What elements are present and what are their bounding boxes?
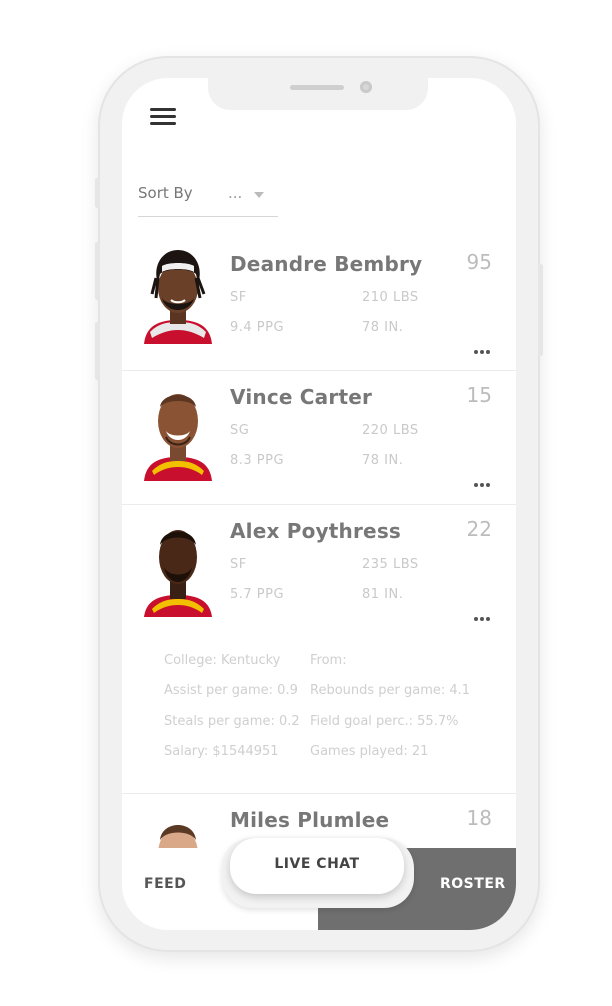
- player-weight: 235 LBS: [362, 557, 419, 572]
- player-ppg: 5.7 PPG: [230, 587, 285, 602]
- live-chat-label: LIVE CHAT: [274, 856, 360, 872]
- sort-dropdown[interactable]: Sort By ...: [138, 182, 278, 217]
- player-number: 15: [466, 383, 492, 407]
- tab-feed[interactable]: FEED: [144, 876, 186, 892]
- speaker: [290, 85, 344, 90]
- tab-roster[interactable]: ROSTER: [440, 876, 506, 892]
- player-position: SF: [230, 290, 247, 305]
- more-options-icon[interactable]: [474, 483, 492, 487]
- notch: [208, 78, 428, 110]
- roster-list: Deandre Bembry 95 SF 210 LBS 9.4 PPG 78 …: [122, 238, 516, 881]
- detail-assists: Assist per game: 0.9: [164, 683, 298, 698]
- player-photo: [144, 250, 212, 344]
- power-button: [538, 264, 543, 356]
- live-chat-cradle: LIVE CHAT: [222, 838, 414, 908]
- sort-label: Sort By: [138, 184, 193, 202]
- player-name: Deandre Bembry: [230, 252, 423, 276]
- player-row[interactable]: Vince Carter 15 SG 220 LBS 8.3 PPG 78 IN…: [122, 371, 516, 505]
- player-number: 18: [466, 806, 492, 830]
- silent-switch: [95, 178, 100, 208]
- player-height: 78 IN.: [362, 320, 404, 335]
- detail-fg: Field goal perc.: 55.7%: [310, 714, 459, 729]
- app-screen: Sort By ... Deandre Bembry 95 SF 210 LBS…: [122, 78, 516, 930]
- player-photo: [144, 530, 212, 617]
- player-ppg: 9.4 PPG: [230, 320, 285, 335]
- detail-games: Games played: 21: [310, 744, 429, 759]
- chevron-down-icon: [254, 192, 264, 198]
- detail-steals: Steals per game: 0.2: [164, 714, 300, 729]
- sort-value: ...: [228, 184, 243, 202]
- player-photo: [144, 394, 212, 481]
- player-row[interactable]: Deandre Bembry 95 SF 210 LBS 9.4 PPG 78 …: [122, 238, 516, 371]
- player-position: SF: [230, 557, 247, 572]
- detail-college: College: Kentucky: [164, 653, 281, 668]
- volume-up-button: [95, 242, 100, 300]
- player-weight: 210 LBS: [362, 290, 419, 305]
- player-ppg: 8.3 PPG: [230, 453, 285, 468]
- player-position: SG: [230, 423, 250, 438]
- phone-frame: Sort By ... Deandre Bembry 95 SF 210 LBS…: [95, 56, 543, 952]
- more-options-icon[interactable]: [474, 617, 492, 621]
- bottom-tab-bar: FEED ROSTER LIVE CHAT: [122, 838, 516, 930]
- live-chat-button[interactable]: LIVE CHAT: [230, 838, 404, 894]
- volume-down-button: [95, 322, 100, 380]
- player-name: Miles Plumlee: [230, 808, 390, 832]
- detail-rebounds: Rebounds per game: 4.1: [310, 683, 471, 698]
- player-height: 81 IN.: [362, 587, 404, 602]
- player-height: 78 IN.: [362, 453, 404, 468]
- player-name: Alex Poythress: [230, 519, 402, 543]
- player-name: Vince Carter: [230, 385, 373, 409]
- detail-from: From:: [310, 653, 347, 668]
- player-number: 22: [466, 517, 492, 541]
- detail-salary: Salary: $1544951: [164, 744, 279, 759]
- hamburger-menu-icon[interactable]: [150, 106, 176, 126]
- player-number: 95: [466, 250, 492, 274]
- camera: [360, 81, 372, 93]
- player-weight: 220 LBS: [362, 423, 419, 438]
- player-row-expanded[interactable]: Alex Poythress 22 SF 235 LBS 5.7 PPG 81 …: [122, 505, 516, 794]
- more-options-icon[interactable]: [474, 350, 492, 354]
